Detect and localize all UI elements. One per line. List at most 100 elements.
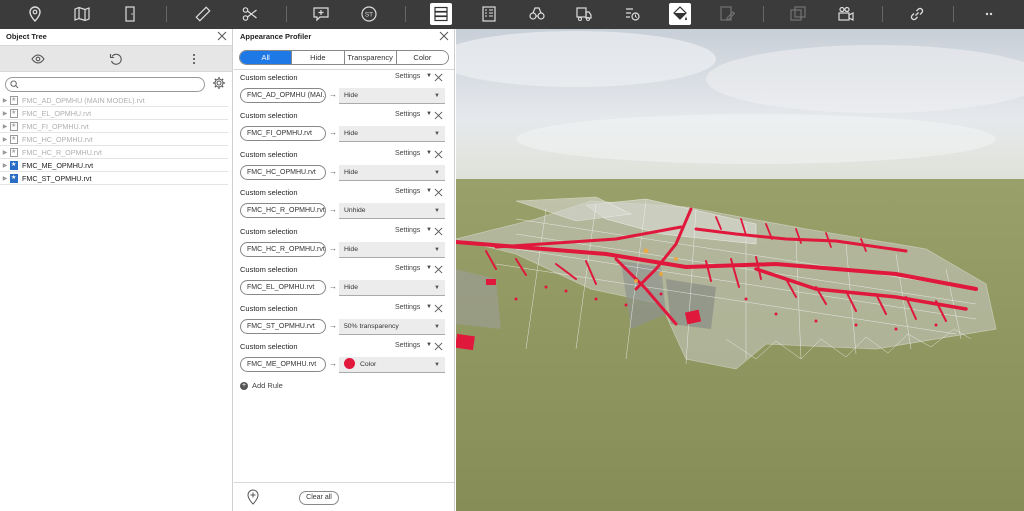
model-file-icon[interactable]: [10, 95, 18, 105]
chevron-right-icon[interactable]: ▶: [0, 97, 10, 104]
action-select[interactable]: Unhide ▼: [339, 203, 445, 219]
more-vertical-icon[interactable]: [187, 52, 201, 66]
close-icon[interactable]: [217, 31, 227, 41]
selection-pill[interactable]: FMC_AD_OPMHU (MAI...: [240, 88, 326, 103]
settings-button[interactable]: Settings: [395, 342, 420, 349]
st-icon[interactable]: ST: [358, 3, 380, 25]
selection-pill[interactable]: FMC_HC_R_OPMHU.rvt: [240, 203, 326, 218]
settings-button[interactable]: Settings: [395, 73, 420, 80]
model-file-icon[interactable]: [10, 108, 18, 118]
caret-down-icon[interactable]: ▼: [426, 227, 432, 233]
tree-item[interactable]: ▶ FMC_ST_OPMHU.rvt: [0, 172, 228, 185]
settings-button[interactable]: Settings: [395, 265, 420, 272]
delete-rule-icon[interactable]: [434, 73, 443, 82]
tree-item-label: FMC_AD_OPMHU (MAIN MODEL).rvt: [22, 95, 145, 105]
tab-transparency[interactable]: Transparency: [343, 51, 396, 64]
map-icon[interactable]: [71, 3, 93, 25]
timeline-icon[interactable]: [621, 3, 643, 25]
color-swatch[interactable]: [344, 357, 355, 369]
caret-down-icon[interactable]: ▼: [426, 265, 432, 271]
location-pin-icon[interactable]: [24, 3, 46, 25]
layers-icon[interactable]: [430, 3, 452, 25]
clear-all-button[interactable]: Clear all: [299, 491, 339, 505]
markup-icon[interactable]: [716, 3, 738, 25]
reset-icon[interactable]: [109, 52, 123, 66]
more-icon[interactable]: [978, 3, 1000, 25]
action-select[interactable]: Hide ▼: [339, 165, 445, 181]
settings-button[interactable]: Settings: [395, 227, 420, 234]
add-rule-label: Add Rule: [252, 381, 283, 390]
tab-color[interactable]: Color: [395, 51, 448, 64]
tree-item[interactable]: ▶ FMC_ME_OPMHU.rvt: [0, 159, 228, 172]
delete-rule-icon[interactable]: [434, 304, 443, 313]
delete-rule-icon[interactable]: [434, 111, 443, 120]
selection-pill[interactable]: FMC_EL_OPMHU.rvt: [240, 280, 326, 295]
object-tree-title: Object Tree: [0, 29, 232, 45]
search-input[interactable]: [22, 79, 202, 90]
add-pin-icon[interactable]: [246, 489, 260, 505]
tab-all[interactable]: All: [240, 51, 292, 64]
link-icon[interactable]: [906, 3, 928, 25]
delete-rule-icon[interactable]: [434, 342, 443, 351]
selection-pill[interactable]: FMC_ST_OPMHU.rvt: [240, 319, 326, 334]
selection-pill[interactable]: FMC_FI_OPMHU.rvt: [240, 126, 326, 141]
chevron-right-icon[interactable]: ▶: [0, 175, 10, 182]
settings-button[interactable]: Settings: [395, 111, 420, 118]
chevron-right-icon[interactable]: ▶: [0, 110, 10, 117]
delete-rule-icon[interactable]: [434, 265, 443, 274]
door-icon[interactable]: [119, 3, 141, 25]
selection-pill[interactable]: FMC_HC_R_OPMHU.rvt: [240, 242, 326, 257]
tree-item[interactable]: ▶ FMC_HC_OPMHU.rvt: [0, 133, 228, 146]
model-file-icon[interactable]: [10, 147, 18, 157]
model-file-icon[interactable]: [10, 134, 18, 144]
action-select[interactable]: Hide ▼: [339, 88, 445, 104]
rule-title: Custom selection: [240, 150, 298, 159]
settings-button[interactable]: Settings: [395, 304, 420, 311]
add-rule-button[interactable]: + Add Rule: [240, 381, 283, 390]
model-render[interactable]: [456, 29, 1024, 511]
action-select[interactable]: Hide ▼: [339, 126, 445, 142]
chevron-right-icon[interactable]: ▶: [0, 123, 10, 130]
3d-viewport[interactable]: [456, 29, 1024, 511]
camera-icon[interactable]: [835, 3, 857, 25]
settings-button[interactable]: Settings: [395, 188, 420, 195]
paint-bucket-icon[interactable]: [669, 3, 691, 25]
annotation-icon[interactable]: [310, 3, 332, 25]
model-file-icon[interactable]: [10, 173, 18, 183]
scissors-icon[interactable]: [239, 3, 261, 25]
vehicle-icon[interactable]: [573, 3, 595, 25]
chevron-right-icon[interactable]: ▶: [0, 136, 10, 143]
selection-pill[interactable]: FMC_ME_OPMHU.rvt: [240, 357, 326, 372]
caret-down-icon[interactable]: ▼: [426, 150, 432, 156]
chevron-right-icon[interactable]: ▶: [0, 162, 10, 169]
tree-item[interactable]: ▶ FMC_FI_OPMHU.rvt: [0, 120, 228, 133]
delete-rule-icon[interactable]: [434, 150, 443, 159]
ruler-icon[interactable]: [192, 3, 214, 25]
action-select[interactable]: 50% transparency ▼: [339, 319, 445, 335]
clone-icon[interactable]: [787, 3, 809, 25]
chevron-right-icon[interactable]: ▶: [0, 149, 10, 156]
eye-icon[interactable]: [31, 52, 45, 66]
selection-pill[interactable]: FMC_HC_OPMHU.rvt: [240, 165, 326, 180]
tree-item[interactable]: ▶ FMC_HC_R_OPMHU.rvt: [0, 146, 228, 159]
model-file-icon[interactable]: [10, 121, 18, 131]
delete-rule-icon[interactable]: [434, 227, 443, 236]
action-select[interactable]: Color ▼: [339, 357, 445, 373]
tab-hide[interactable]: Hide: [291, 51, 344, 64]
properties-icon[interactable]: [478, 3, 500, 25]
settings-button[interactable]: Settings: [395, 150, 420, 157]
action-select[interactable]: Hide ▼: [339, 280, 445, 296]
caret-down-icon[interactable]: ▼: [426, 73, 432, 79]
model-file-icon[interactable]: [10, 160, 18, 170]
caret-down-icon[interactable]: ▼: [426, 304, 432, 310]
caret-down-icon[interactable]: ▼: [426, 111, 432, 117]
close-icon[interactable]: [439, 31, 449, 41]
tree-item[interactable]: ▶ FMC_EL_OPMHU.rvt: [0, 107, 228, 120]
caret-down-icon[interactable]: ▼: [426, 188, 432, 194]
binoculars-icon[interactable]: [526, 3, 548, 25]
caret-down-icon[interactable]: ▼: [426, 342, 432, 348]
action-select[interactable]: Hide ▼: [339, 242, 445, 258]
gear-icon[interactable]: [212, 76, 226, 90]
delete-rule-icon[interactable]: [434, 188, 443, 197]
tree-item[interactable]: ▶ FMC_AD_OPMHU (MAIN MODEL).rvt: [0, 94, 228, 107]
